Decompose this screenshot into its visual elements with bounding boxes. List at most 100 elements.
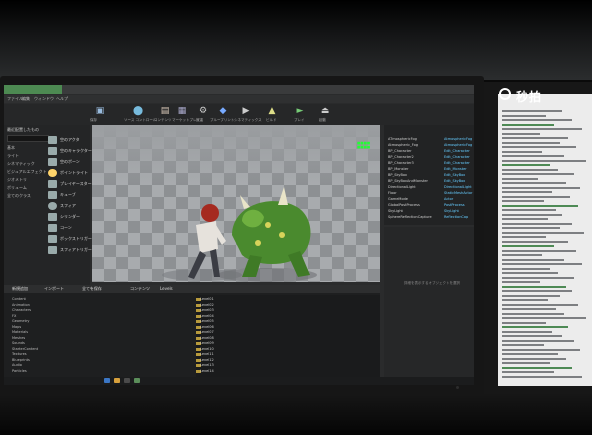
- save-all-button[interactable]: 全てを保存: [82, 286, 102, 292]
- cinematics-icon[interactable]: ▶: [240, 106, 252, 116]
- asset-list-row[interactable]: Level10: [200, 347, 214, 351]
- level-tab[interactable]: [4, 85, 62, 94]
- play-icon[interactable]: ►: [294, 106, 306, 116]
- outliner-row[interactable]: SkyLight: [388, 209, 403, 213]
- folder-tree-item[interactable]: Audio: [12, 363, 22, 367]
- asset-item[interactable]: プレイヤースタート: [60, 181, 96, 187]
- asset-item[interactable]: コーン: [60, 225, 72, 231]
- outliner-row[interactable]: BP_Character: [388, 149, 412, 153]
- asset-item[interactable]: 空のアクタ: [60, 137, 80, 143]
- settings-icon[interactable]: ⚙: [197, 106, 209, 116]
- asset-item[interactable]: キューブ: [60, 192, 76, 198]
- folder-tree-item[interactable]: Sounds: [12, 341, 25, 345]
- folder-tree-item[interactable]: FX: [12, 314, 16, 318]
- asset-item[interactable]: シリンダー: [60, 214, 80, 220]
- asset-list-row[interactable]: Level01: [200, 297, 214, 301]
- breadcrumb-content[interactable]: コンテンツ: [130, 286, 150, 292]
- category-all-classes[interactable]: 全てのクラス: [7, 193, 31, 199]
- asset-list-row[interactable]: Level05: [200, 319, 214, 323]
- content-icon[interactable]: ▤: [159, 106, 171, 116]
- folder-tree-item[interactable]: Materials: [12, 330, 28, 334]
- outliner-row[interactable]: BP_Character2: [388, 155, 414, 159]
- asset-list-row[interactable]: Level06: [200, 325, 214, 329]
- menu-edit[interactable]: 編集: [22, 96, 30, 102]
- taskbar: [4, 377, 474, 385]
- outliner-type: AtmosphericFog: [444, 137, 473, 141]
- folder-tree-item[interactable]: Maps: [12, 325, 21, 329]
- outliner-row[interactable]: Floor: [388, 191, 397, 195]
- code-line: [502, 119, 572, 121]
- taskbar-app-icon[interactable]: [134, 378, 140, 383]
- category-vfx[interactable]: ビジュアルエフェクト: [7, 169, 47, 175]
- marketplace-icon[interactable]: ▦: [176, 106, 188, 116]
- category-cinematic[interactable]: シネマティック: [7, 161, 35, 167]
- outliner-row[interactable]: BP_SkyBoxAndMonster: [388, 179, 428, 183]
- code-line: [502, 204, 578, 207]
- menu-file[interactable]: ファイル: [7, 96, 23, 102]
- asset-list-row[interactable]: Level09: [200, 341, 214, 345]
- outliner-row[interactable]: GameMode: [388, 197, 408, 201]
- category-lights[interactable]: ライト: [7, 153, 19, 159]
- code-line: [502, 218, 548, 220]
- build-icon[interactable]: ▲: [266, 106, 278, 116]
- outliner-row[interactable]: ATmosphericFog: [388, 137, 417, 141]
- code-line: [502, 245, 554, 247]
- outliner-row[interactable]: BP_SkyBox: [388, 173, 407, 177]
- asset-list-row[interactable]: Level02: [200, 303, 214, 307]
- asset-item[interactable]: スフィアトリガー: [60, 247, 92, 253]
- asset-list-row[interactable]: Level08: [200, 336, 214, 340]
- asset-list-row[interactable]: Level11: [200, 352, 214, 356]
- folder-tree-item[interactable]: Blueprints: [12, 358, 30, 362]
- asset-item[interactable]: ボックストリガー: [60, 236, 92, 242]
- folder-tree-item[interactable]: Characters: [12, 308, 31, 312]
- taskbar-app-icon[interactable]: [104, 378, 110, 383]
- taskbar-app-icon[interactable]: [124, 378, 130, 383]
- asset-list-row[interactable]: Level12: [200, 358, 214, 362]
- category-volumes[interactable]: ボリューム: [7, 185, 27, 191]
- asset-item[interactable]: 空のポーン: [60, 159, 80, 165]
- code-line: [502, 231, 584, 234]
- folder-tree-item[interactable]: StarterContent: [12, 347, 38, 351]
- outliner-row[interactable]: SphereReflectionCapture: [388, 215, 432, 219]
- asset-item[interactable]: 空のキャラクター: [60, 148, 92, 154]
- blueprints-icon[interactable]: ◆: [217, 106, 229, 116]
- outliner-row[interactable]: DirectionalLight: [388, 185, 416, 189]
- folder-tree-item[interactable]: Geometry: [12, 319, 29, 323]
- taskbar-app-icon[interactable]: [114, 378, 120, 383]
- folder-tree-item[interactable]: Particles: [12, 369, 27, 373]
- modes-search-input[interactable]: [7, 135, 49, 142]
- box-trigger-icon: [48, 235, 57, 243]
- save-icon[interactable]: ▣: [94, 106, 106, 116]
- menu-window[interactable]: ウィンドウ: [34, 96, 54, 102]
- add-new-button[interactable]: 新規追加: [12, 286, 28, 292]
- launch-icon[interactable]: ⏏: [319, 106, 331, 116]
- import-button[interactable]: インポート: [44, 286, 64, 292]
- category-geometry[interactable]: ジオメトリ: [7, 177, 27, 183]
- folder-tree-item[interactable]: Animation: [12, 303, 30, 307]
- asset-item[interactable]: ポイントライト: [60, 170, 88, 176]
- asset-list-row[interactable]: Level07: [200, 330, 214, 334]
- outliner-row[interactable]: Atmospheric_Fog: [388, 143, 418, 147]
- asset-list-row[interactable]: Level04: [200, 314, 214, 318]
- category-basic[interactable]: 基本: [7, 145, 15, 151]
- monster-model: [232, 187, 311, 277]
- outliner-row[interactable]: GlobalPostProcess: [388, 203, 420, 207]
- power-indicator: [456, 386, 459, 389]
- source-control-icon[interactable]: ⬤: [132, 106, 144, 116]
- asset-item[interactable]: スフィア: [60, 203, 76, 209]
- folder-tree-item[interactable]: Textures: [12, 352, 27, 356]
- asset-list-row[interactable]: Level14: [200, 369, 214, 373]
- asset-list-row[interactable]: Level03: [200, 308, 214, 312]
- code-line: [502, 339, 574, 342]
- folder-tree-item[interactable]: Meshes: [12, 336, 25, 340]
- outliner-row[interactable]: BP_Character3: [388, 161, 414, 165]
- viewport-fog: [92, 125, 380, 185]
- outliner-row[interactable]: BP_Monster: [388, 167, 408, 171]
- pawn-icon: [48, 158, 57, 166]
- asset-list-row[interactable]: Level13: [200, 363, 214, 367]
- folder-tree-item[interactable]: Content: [12, 297, 26, 301]
- details-panel: [384, 227, 474, 385]
- menu-help[interactable]: ヘルプ: [56, 96, 68, 102]
- breadcrumb-levels[interactable]: Levels: [160, 286, 173, 291]
- code-line: [502, 290, 572, 292]
